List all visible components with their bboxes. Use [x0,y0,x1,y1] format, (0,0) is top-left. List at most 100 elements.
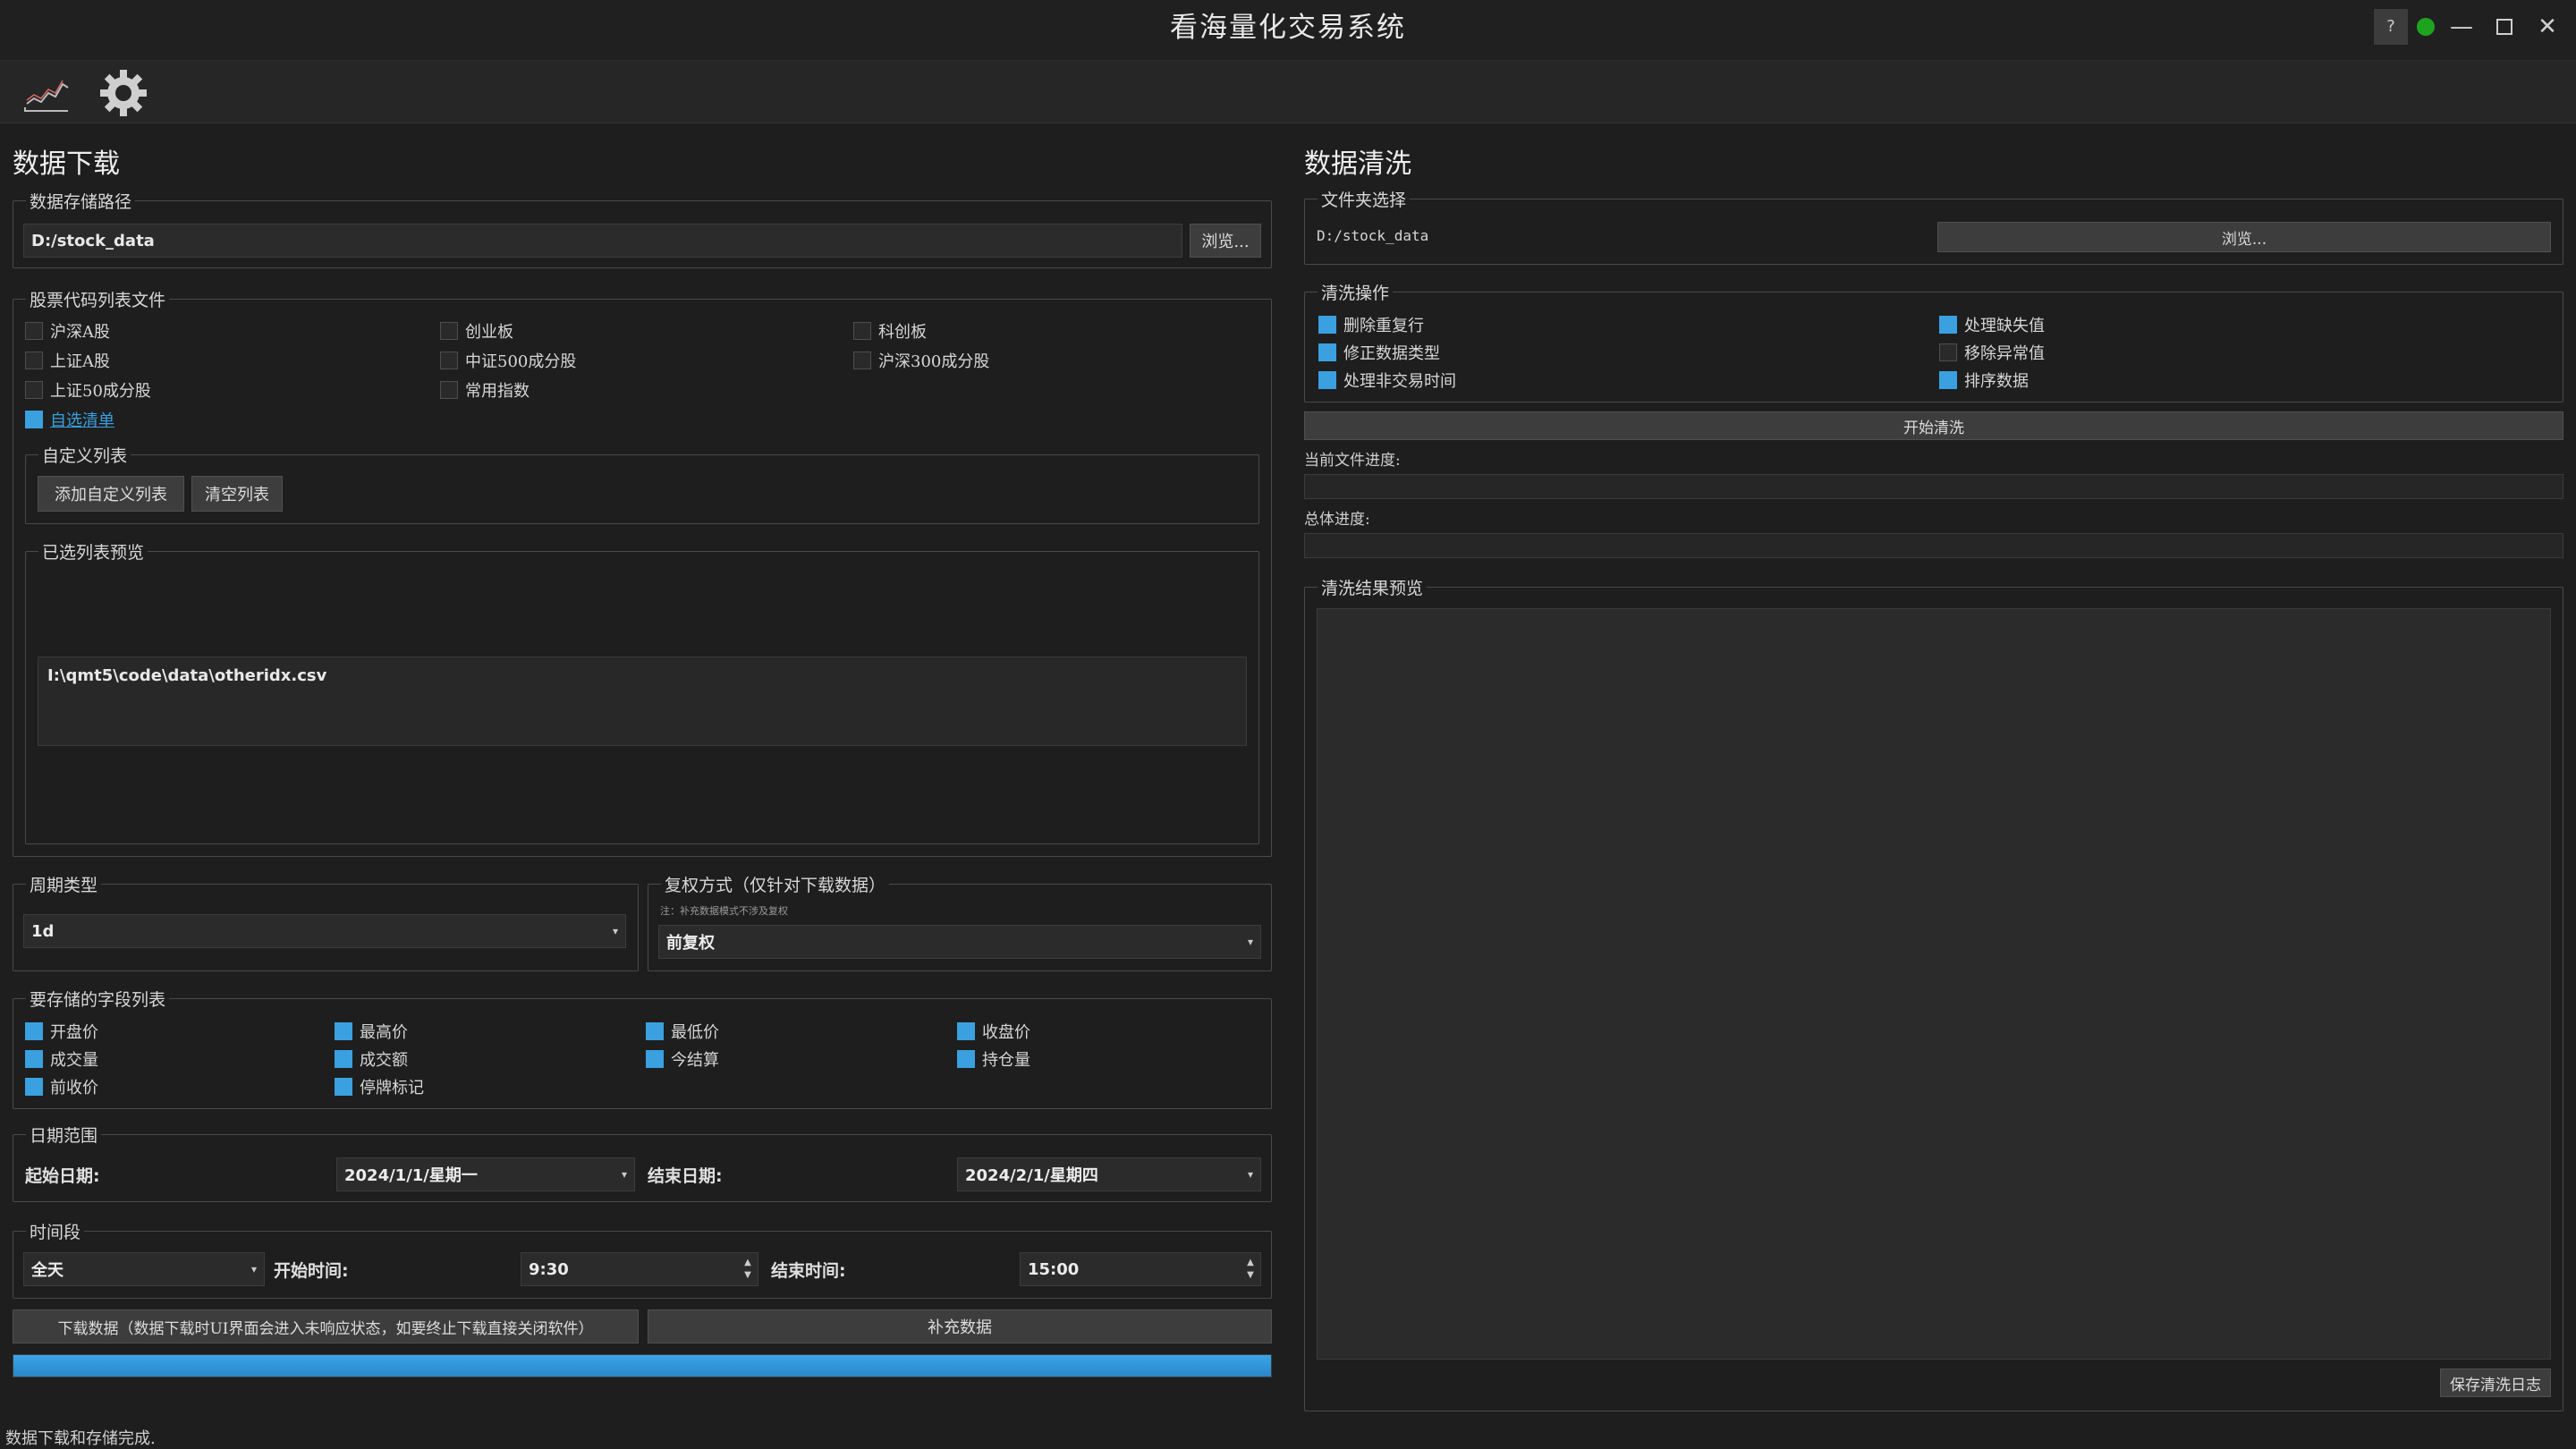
download-button[interactable]: 下载数据（数据下载时UI界面会进入未响应状态，如要终止下载直接关闭软件） [13,1309,639,1343]
folder-browse-button[interactable]: 浏览... [1937,222,2551,252]
checkbox-box[interactable] [1939,371,1957,389]
checkbox-box[interactable] [1318,343,1336,361]
checkbox-label: 沪深300成分股 [878,352,990,371]
checkbox-label: 今结算 [671,1051,719,1070]
folder-select-label: 文件夹选择 [1318,187,1411,211]
adjust-select[interactable]: 前复权 ▾ [658,925,1261,959]
checkbox-box[interactable] [440,322,458,340]
checkbox-indices[interactable]: 常用指数 [440,378,530,402]
checkbox-box[interactable] [957,1022,975,1040]
op-handle-missing[interactable]: 处理缺失值 [1939,313,2045,336]
add-custom-list-button[interactable]: 添加自定义列表 [38,476,184,512]
total-progress-bar [1304,533,2563,558]
field-high[interactable]: 最高价 [335,1020,408,1043]
checkbox-label: 收盘价 [982,1023,1030,1042]
op-remove-duplicates[interactable]: 删除重复行 [1318,313,1424,336]
field-low[interactable]: 最低价 [646,1020,719,1043]
start-time-label: 开始时间: [274,1261,349,1281]
storage-browse-button[interactable]: 浏览... [1190,224,1261,258]
checkbox-box[interactable] [335,1050,352,1068]
checkbox-box[interactable] [853,322,871,340]
op-fix-types[interactable]: 修正数据类型 [1318,341,1440,364]
op-sort[interactable]: 排序数据 [1939,369,2029,392]
checkbox-box[interactable] [646,1022,664,1040]
spinner-arrows-icon[interactable]: ▲ ▼ [1241,1257,1260,1282]
checkbox-box[interactable] [335,1022,352,1040]
op-non-trading[interactable]: 处理非交易时间 [1318,369,1456,392]
time-mode-value: 全天 [31,1261,64,1280]
field-suspend[interactable]: 停牌标记 [335,1075,424,1098]
checkbox-box[interactable] [646,1050,664,1068]
storage-path-label: 数据存储路径 [26,189,136,213]
toolbar [0,61,2576,123]
checkbox-box[interactable] [1318,316,1336,334]
checkbox-hs-a[interactable]: 沪深A股 [25,319,110,343]
checkbox-label: 沪深A股 [50,323,110,342]
end-time-spinner[interactable]: 15:00 ▲ ▼ [1020,1252,1261,1286]
end-time-label: 结束时间: [771,1261,846,1281]
start-time-value: 9:30 [529,1259,569,1279]
checkbox-box[interactable] [957,1050,975,1068]
checkbox-box[interactable] [440,381,458,399]
cleaning-panel-title: 数据清洗 [1304,148,1411,180]
checkbox-box[interactable] [1939,343,1957,361]
download-progress-fill [13,1355,1271,1377]
watchlist-link[interactable]: 自选清单 [50,408,114,431]
field-settle[interactable]: 今结算 [646,1047,719,1071]
gear-icon[interactable] [97,66,150,120]
checkbox-box[interactable] [25,381,43,399]
field-close[interactable]: 收盘价 [957,1020,1030,1043]
time-mode-select[interactable]: 全天 ▾ [23,1252,265,1286]
checkbox-box[interactable] [25,352,43,369]
checkbox-box[interactable] [25,322,43,340]
chart-icon[interactable] [21,72,72,114]
close-icon[interactable]: ✕ [2529,9,2565,45]
time-period-label: 时间段 [26,1219,85,1243]
end-date-select[interactable]: 2024/2/1/星期四 ▾ [957,1157,1261,1191]
start-time-spinner[interactable]: 9:30 ▲ ▼ [521,1252,758,1286]
checkbox-label: 修正数据类型 [1343,344,1440,363]
checkbox-box[interactable] [440,352,458,369]
checkbox-box[interactable] [25,1050,43,1068]
checkbox-label: 最低价 [671,1023,719,1042]
checkbox-watchlist[interactable]: 自选清单 [25,408,114,431]
storage-path-input[interactable]: D:/stock_data [23,224,1182,258]
checkbox-label: 常用指数 [465,382,530,401]
checkbox-box[interactable] [335,1078,352,1096]
period-select[interactable]: 1d ▾ [23,914,626,948]
custom-list-label: 自定义列表 [38,443,131,467]
field-open-interest[interactable]: 持仓量 [957,1047,1030,1071]
period-label: 周期类型 [26,872,102,896]
start-date-select[interactable]: 2024/1/1/星期一 ▾ [336,1157,635,1191]
field-open[interactable]: 开盘价 [25,1020,98,1043]
total-progress-label: 总体进度: [1304,511,1370,529]
checkbox-star[interactable]: 科创板 [853,319,927,343]
end-time-value: 15:00 [1028,1259,1080,1279]
checkbox-box[interactable] [1318,371,1336,389]
maximize-icon[interactable] [2487,9,2522,45]
start-cleaning-button[interactable]: 开始清洗 [1304,411,2563,440]
field-amount[interactable]: 成交额 [335,1047,408,1071]
op-remove-outliers[interactable]: 移除异常值 [1939,341,2045,364]
current-progress-label: 当前文件进度: [1304,452,1401,470]
checkbox-box[interactable] [1939,316,1957,334]
checkbox-box[interactable] [25,1078,43,1096]
minimize-icon[interactable]: — [2444,9,2479,45]
checkbox-box[interactable] [25,1022,43,1040]
save-log-button[interactable]: 保存清洗日志 [2440,1368,2551,1397]
help-button[interactable]: ? [2374,9,2408,45]
result-preview-area[interactable] [1317,608,2551,1360]
clear-list-button[interactable]: 清空列表 [191,476,283,512]
field-volume[interactable]: 成交量 [25,1047,98,1071]
checkbox-csi300[interactable]: 沪深300成分股 [853,349,989,372]
spinner-arrows-icon[interactable]: ▲ ▼ [738,1257,758,1282]
field-preclose[interactable]: 前收价 [25,1075,98,1098]
checkbox-box[interactable] [853,352,871,369]
checkbox-sh-a[interactable]: 上证A股 [25,349,110,372]
checkbox-csi500[interactable]: 中证500成分股 [440,349,576,372]
supplement-button[interactable]: 补充数据 [648,1309,1272,1343]
checkbox-sse50[interactable]: 上证50成分股 [25,378,151,402]
adjust-value: 前复权 [666,934,715,953]
checkbox-chinext[interactable]: 创业板 [440,319,513,343]
checkbox-box[interactable] [25,411,43,428]
